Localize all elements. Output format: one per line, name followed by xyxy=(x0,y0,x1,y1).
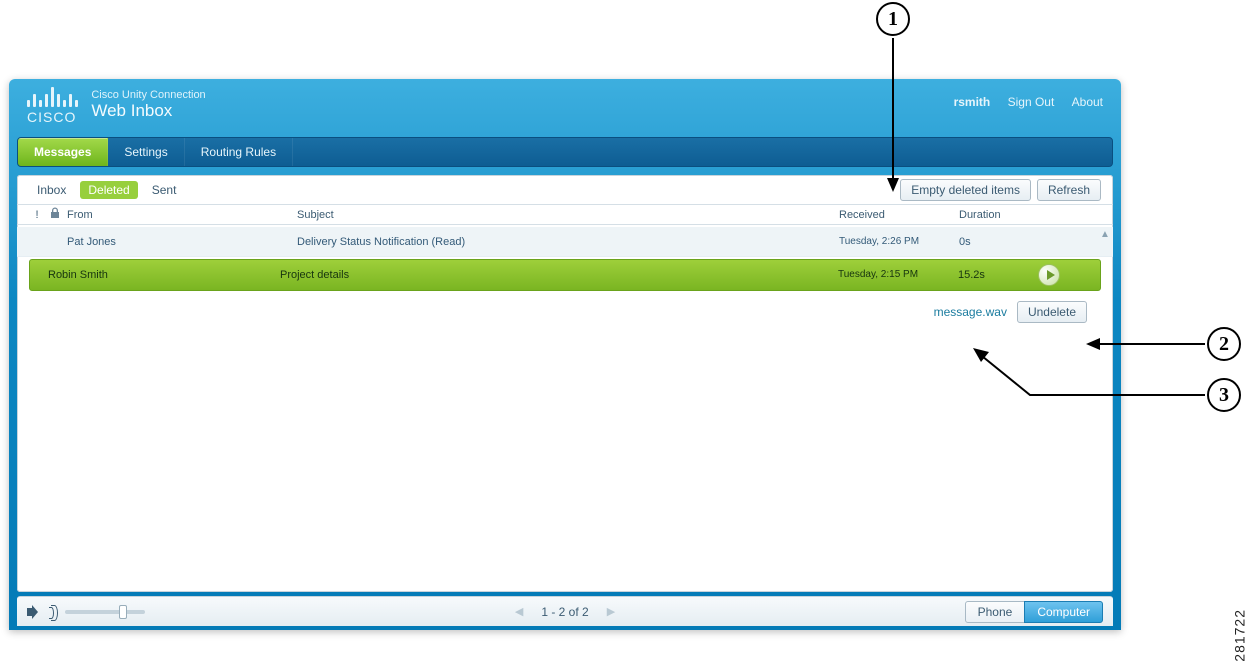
cisco-logo-bars xyxy=(27,87,78,107)
message-list: ▲ Pat Jones Delivery Status Notification… xyxy=(17,227,1113,592)
message-duration: 0s xyxy=(959,236,1039,248)
scroll-up-icon[interactable]: ▲ xyxy=(1099,229,1111,241)
folder-tab-sent[interactable]: Sent xyxy=(144,181,185,199)
callout-2: 2 xyxy=(1207,327,1241,361)
pager-prev-icon[interactable]: ◀ xyxy=(515,605,523,618)
app-header: CISCO Cisco Unity Connection Web Inbox r… xyxy=(9,79,1121,137)
attachment-link[interactable]: message.wav xyxy=(934,305,1007,319)
message-received: Tuesday, 2:26 PM xyxy=(839,236,959,248)
col-from[interactable]: From xyxy=(65,209,297,221)
sign-out-link[interactable]: Sign Out xyxy=(1008,95,1055,109)
playback-device-toggle: Phone Computer xyxy=(965,601,1103,623)
col-received[interactable]: Received xyxy=(839,209,959,221)
nav-tab-settings[interactable]: Settings xyxy=(108,138,184,166)
app-footer: ◀ 1 - 2 of 2 ▶ Phone Computer xyxy=(17,596,1113,626)
table-header: ! From Subject Received Duration xyxy=(17,205,1113,225)
message-from: Pat Jones xyxy=(65,236,297,248)
undelete-button[interactable]: Undelete xyxy=(1017,301,1087,323)
toggle-computer[interactable]: Computer xyxy=(1024,601,1103,623)
message-subject: Project details xyxy=(280,269,838,281)
folder-row: Inbox Deleted Sent Empty deleted items R… xyxy=(17,175,1113,205)
message-subject: Delivery Status Notification (Read) xyxy=(297,236,839,248)
message-duration: 15.2s xyxy=(958,269,1038,281)
empty-deleted-button[interactable]: Empty deleted items xyxy=(900,179,1031,201)
content-panel: Inbox Deleted Sent Empty deleted items R… xyxy=(17,175,1113,592)
cisco-logo: CISCO xyxy=(27,87,78,125)
about-link[interactable]: About xyxy=(1072,95,1103,109)
speaker-waves-icon xyxy=(49,604,59,620)
app-title: Web Inbox xyxy=(91,101,205,121)
pager: ◀ 1 - 2 of 2 ▶ xyxy=(515,605,615,619)
speaker-icon[interactable] xyxy=(27,604,43,620)
message-row-selected[interactable]: Robin Smith Project details Tuesday, 2:1… xyxy=(29,259,1101,291)
volume-slider[interactable] xyxy=(65,610,145,614)
col-secure-icon[interactable] xyxy=(45,207,65,222)
pager-text: 1 - 2 of 2 xyxy=(541,605,588,619)
message-from: Robin Smith xyxy=(30,269,280,281)
brand-text: Cisco Unity Connection Web Inbox xyxy=(91,89,205,121)
play-button[interactable] xyxy=(1038,264,1060,286)
username-label: rsmith xyxy=(954,95,991,109)
callout-3: 3 xyxy=(1207,378,1241,412)
message-detail-strip: message.wav Undelete xyxy=(17,293,1113,323)
cisco-wordmark: CISCO xyxy=(27,109,78,125)
lock-icon xyxy=(50,207,60,219)
header-user-links: rsmith Sign Out About xyxy=(940,95,1103,109)
col-duration[interactable]: Duration xyxy=(959,209,1039,221)
callout-1: 1 xyxy=(876,2,910,36)
folder-tab-deleted[interactable]: Deleted xyxy=(80,181,137,199)
main-nav: Messages Settings Routing Rules xyxy=(17,137,1113,167)
refresh-button[interactable]: Refresh xyxy=(1037,179,1101,201)
folder-tabs: Inbox Deleted Sent xyxy=(29,181,184,199)
message-received: Tuesday, 2:15 PM xyxy=(838,269,958,281)
nav-tab-messages[interactable]: Messages xyxy=(18,138,108,166)
figure-id: 281722 xyxy=(1232,609,1248,662)
toggle-phone[interactable]: Phone xyxy=(965,601,1026,623)
message-row[interactable]: Pat Jones Delivery Status Notification (… xyxy=(17,227,1113,257)
app-window: CISCO Cisco Unity Connection Web Inbox r… xyxy=(9,79,1121,630)
volume-slider-thumb[interactable] xyxy=(119,605,127,619)
folder-tab-inbox[interactable]: Inbox xyxy=(29,181,74,199)
col-priority-icon[interactable]: ! xyxy=(29,209,45,221)
nav-tab-routing-rules[interactable]: Routing Rules xyxy=(185,138,293,166)
pager-next-icon[interactable]: ▶ xyxy=(607,605,615,618)
col-subject[interactable]: Subject xyxy=(297,209,839,221)
product-line: Cisco Unity Connection xyxy=(91,89,205,101)
